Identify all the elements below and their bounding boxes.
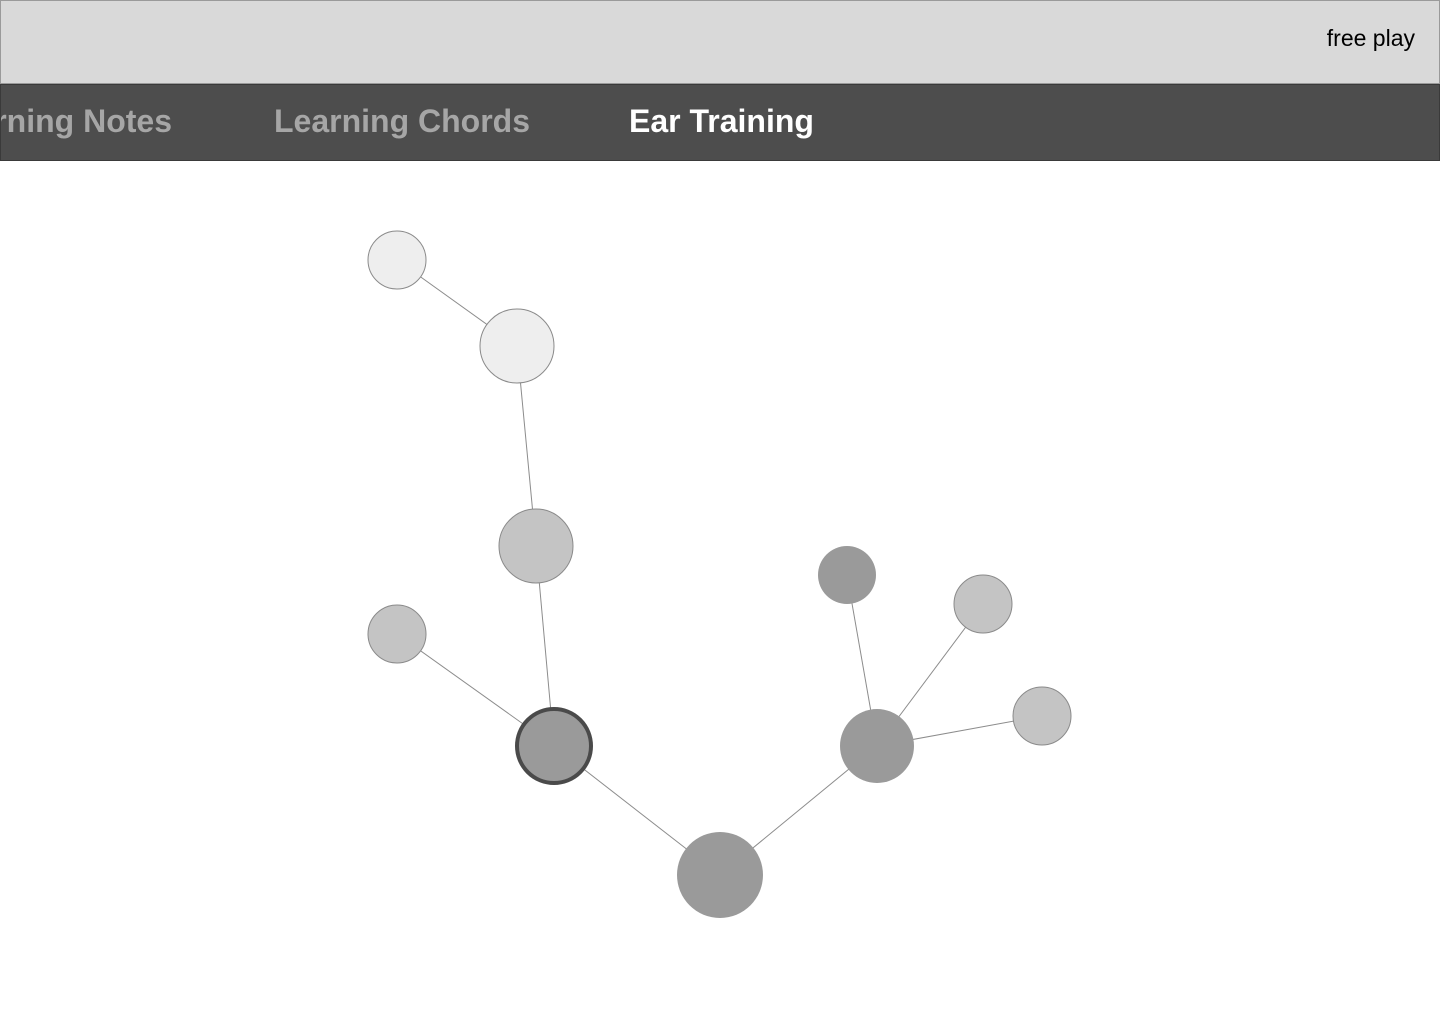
tree-node-right-side[interactable] xyxy=(1012,686,1072,746)
skill-tree-graph xyxy=(367,230,1072,918)
top-header-bar: free play xyxy=(0,0,1440,84)
tree-node-root[interactable] xyxy=(677,832,763,918)
tab-learning-chords[interactable]: Learning Chords xyxy=(274,85,530,160)
tab-learning-notes[interactable]: Learning Notes xyxy=(1,85,172,160)
tree-node-right-upper[interactable] xyxy=(953,574,1013,634)
free-play-link[interactable]: free play xyxy=(1327,25,1415,52)
tree-node-left-upper[interactable] xyxy=(479,308,555,384)
tree-node-left-mid[interactable] xyxy=(498,508,574,584)
mode-tab-bar: Learning Notes Learning Chords Ear Train… xyxy=(0,84,1440,161)
skill-tree-nodes xyxy=(367,230,1072,918)
tree-node-right-branch[interactable] xyxy=(840,709,914,783)
tree-node-left-branch[interactable] xyxy=(515,707,593,785)
tree-node-left-top[interactable] xyxy=(367,230,427,290)
tree-node-left-leaf[interactable] xyxy=(367,604,427,664)
tab-ear-training[interactable]: Ear Training xyxy=(629,85,814,160)
tree-node-right-top[interactable] xyxy=(818,546,876,604)
